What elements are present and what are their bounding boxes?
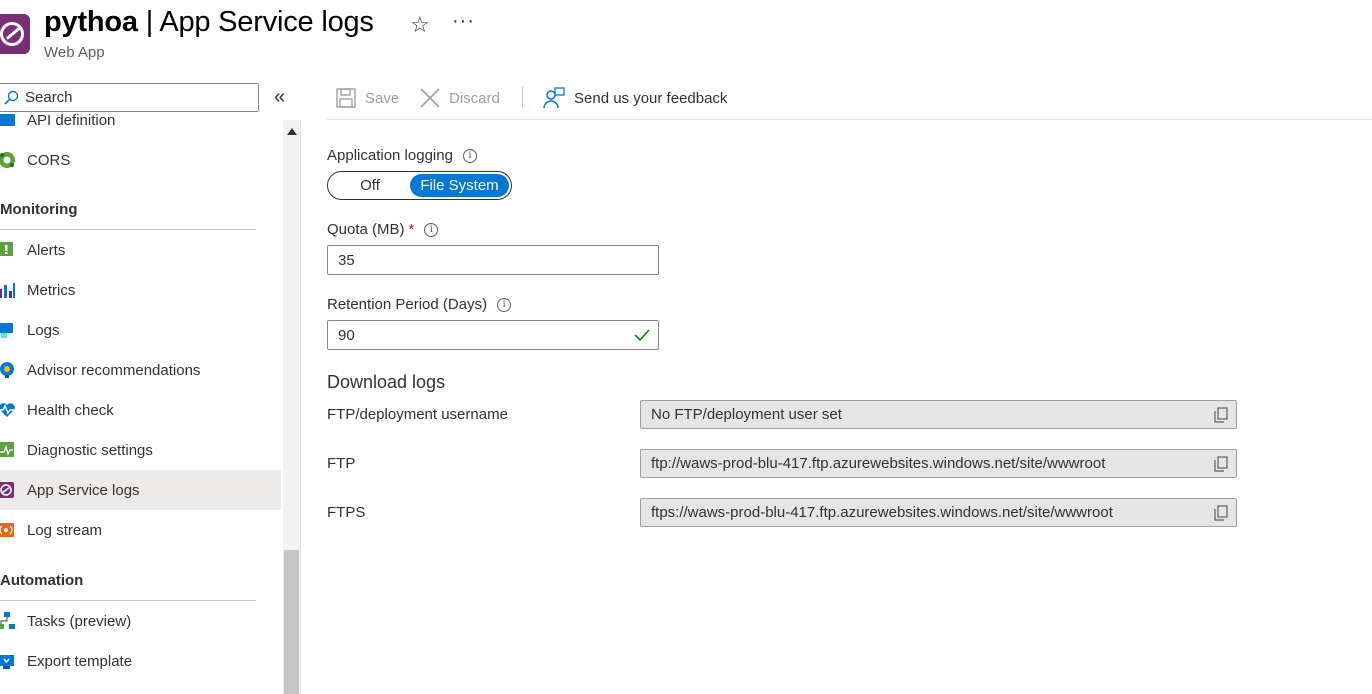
sidebar-item-label: CORS [27,151,71,169]
quota-input[interactable]: 35 [327,245,659,275]
favorite-star-icon[interactable]: ☆ [410,12,430,38]
sidebar-item-label: Logs [27,321,60,339]
sidebar-item-export-template[interactable]: Export template [0,641,281,681]
page-subtitle: Web App [44,44,105,61]
sidebar-item-label: Diagnostic settings [27,441,153,459]
sidebar-item-log-stream[interactable]: Log stream [0,510,281,550]
sidebar-nav: API definition CORS Monitoring Alerts Me… [0,114,281,694]
cors-icon [0,152,15,168]
copy-icon[interactable] [1214,456,1228,472]
advisor-icon [0,362,14,378]
save-label: Save [365,89,400,107]
sidebar-item-label: API definition [27,114,116,129]
metrics-icon [0,283,15,298]
ftps-label: FTPS [327,504,366,521]
log-stream-icon [0,523,14,537]
diagnostic-settings-icon [0,442,14,457]
sidebar-item-label: App Service logs [27,481,140,499]
api-definition-icon [0,114,15,126]
sidebar-item-label: Tasks (preview) [27,612,132,630]
sidebar-item-api-definition[interactable]: API definition [0,114,281,140]
toggle-option-file-system[interactable]: File System [410,174,509,197]
ftps-url-value: ftps://waws-prod-blu-417.ftp.azurewebsit… [651,504,1113,521]
sidebar-scrollbar[interactable] [283,120,300,694]
app-service-icon [0,14,30,54]
retention-label: Retention Period (Days) i [327,296,512,313]
save-icon [336,88,356,108]
alerts-icon [0,242,13,256]
required-mark: * [408,221,415,238]
info-icon[interactable]: i [424,222,439,237]
app-logging-toggle[interactable]: Off File System [327,171,512,200]
sidebar-item-diagnostic-settings[interactable]: Diagnostic settings [0,430,281,470]
quota-value: 35 [338,251,355,269]
ftp-username-label: FTP/deployment username [327,406,508,423]
feedback-button[interactable]: Send us your feedback [543,84,727,112]
sidebar-search[interactable] [0,83,259,112]
ftps-url-field[interactable]: ftps://waws-prod-blu-417.ftp.azurewebsit… [640,498,1237,527]
sidebar-item-metrics[interactable]: Metrics [0,270,281,310]
tasks-icon [0,612,15,629]
copy-icon[interactable] [1214,505,1228,521]
sidebar-item-label: Export template [27,652,133,670]
quota-label: Quota (MB) * i [327,221,439,238]
retention-input[interactable]: 90 [327,320,659,350]
app-service-logs-icon [0,482,14,498]
group-header-automation: Automation [0,572,84,589]
scroll-up-arrow-icon[interactable] [287,128,297,135]
export-template-icon [0,655,14,669]
sidebar-item-label: Log stream [27,521,103,539]
collapse-sidebar-icon[interactable]: « [274,86,285,109]
sidebar-item-tasks[interactable]: Tasks (preview) [0,601,281,641]
ftp-username-field[interactable]: No FTP/deployment user set [640,400,1237,429]
feedback-label: Send us your feedback [574,89,728,107]
search-input[interactable] [25,89,245,106]
save-button[interactable]: Save [336,84,399,112]
toggle-option-off[interactable]: Off [330,174,410,197]
checkmark-icon [634,329,650,342]
sidebar-item-health-check[interactable]: Health check [0,390,281,430]
sidebar-item-advisor[interactable]: Advisor recommendations [0,350,281,390]
search-icon [4,90,19,105]
more-options-icon[interactable]: ··· [452,10,475,33]
sidebar-item-logs[interactable]: Logs [0,310,281,350]
retention-value: 90 [338,326,355,344]
sidebar-item-label: Alerts [27,241,66,259]
ftp-username-value: No FTP/deployment user set [651,406,842,423]
scroll-thumb[interactable] [284,550,299,694]
health-check-icon [0,403,15,417]
copy-icon[interactable] [1214,407,1228,423]
close-icon [420,88,440,108]
ftp-url-field[interactable]: ftp://waws-prod-blu-417.ftp.azurewebsite… [640,449,1237,478]
ftp-label: FTP [327,455,356,472]
logs-icon [0,323,13,338]
download-logs-title: Download logs [327,372,446,392]
ftp-url-value: ftp://waws-prod-blu-417.ftp.azurewebsite… [651,455,1106,472]
sidebar-item-alerts[interactable]: Alerts [0,230,281,270]
group-header-monitoring: Monitoring [0,201,78,218]
toolbar-separator [522,86,523,108]
sidebar-item-cors[interactable]: CORS [0,140,281,180]
panel-divider [300,120,301,694]
sidebar-item-label: Advisor recommendations [27,361,201,379]
info-icon[interactable]: i [462,148,477,163]
sidebar-item-app-service-logs[interactable]: App Service logs [0,470,281,510]
sidebar-item-label: Health check [27,401,114,419]
page-title: pythoa | App Service logs [44,6,374,38]
info-icon[interactable]: i [497,297,512,312]
app-logging-label: Application logging i [327,147,477,164]
discard-button[interactable]: Discard [420,84,500,112]
toolbar-divider [327,119,1372,120]
sidebar-item-label: Metrics [27,281,76,299]
discard-label: Discard [449,89,500,107]
feedback-icon [543,87,565,109]
